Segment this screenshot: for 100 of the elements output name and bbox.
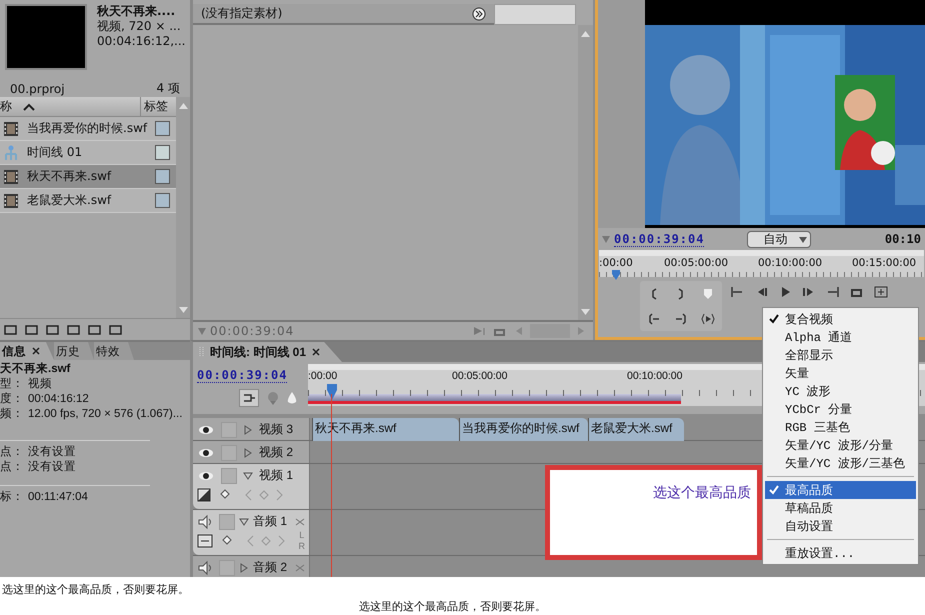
step-back-to-start-icon[interactable]	[730, 285, 744, 299]
playhead-icon	[611, 270, 621, 280]
timeline-clip[interactable]: 当我再爱你的时候.swf	[459, 418, 588, 441]
check-icon	[769, 314, 779, 324]
project-item[interactable]: 时间线 01	[0, 141, 176, 165]
ruler-label: 00:05:00:00	[664, 257, 728, 269]
ruler-label: 00:10:00:00	[758, 257, 822, 269]
grip-icon	[199, 346, 204, 358]
project-name: 00.prproj	[10, 82, 65, 96]
timeline-tab[interactable]: 时间线: 时间线 01	[193, 342, 342, 362]
callout-text: 选这个最高品质	[653, 485, 751, 501]
snap-button[interactable]	[239, 389, 259, 407]
sequence-icon	[3, 144, 19, 160]
track-name: 视频 3	[259, 421, 294, 438]
clip-title: 秋天不再来....	[97, 4, 176, 19]
marker-triangle-icon	[602, 235, 610, 243]
menu-item[interactable]: YC 波形	[765, 382, 916, 400]
menu-item[interactable]: 重放设置...	[765, 544, 916, 562]
menu-item[interactable]: 草稿品质	[765, 499, 916, 517]
play-in-to-out-icon[interactable]	[701, 312, 716, 326]
channel-label: R	[298, 541, 305, 552]
timeline-timecode[interactable]: 00:00:39:04	[197, 368, 288, 383]
playhead-icon[interactable]	[326, 384, 338, 400]
info-value: 12.00 fps, 720 × 576 (1.067)...	[28, 408, 182, 420]
clip-info: 视频, 720 × ...	[97, 19, 182, 34]
ruler-label: :00:00	[308, 370, 338, 382]
track-name: 视频 2	[259, 444, 294, 461]
expand-triangle-icon[interactable]	[243, 424, 253, 434]
info-value: 没有设置	[28, 446, 76, 458]
project-item[interactable]: 老鼠爱大米.swf	[0, 189, 176, 213]
forward-icon[interactable]	[472, 6, 486, 20]
menu-item[interactable]: 全部显示	[765, 346, 916, 364]
info-label: 标：	[0, 491, 24, 503]
source-title-text: (没有指定素材)	[201, 5, 284, 22]
info-label: 型：	[0, 378, 24, 390]
marker-icon[interactable]	[267, 391, 279, 405]
source-timecode: 00:00:39:04	[210, 324, 296, 338]
collapse-triangle-icon[interactable]	[239, 516, 249, 526]
info-label: 度：	[0, 393, 24, 405]
info-value: 00:11:47:04	[28, 491, 88, 503]
caption-text: 选这里的这个最高品质，否则要花屏。	[359, 600, 546, 613]
menu-item[interactable]: RGB 三基色	[765, 418, 916, 436]
track-name: 视频 1	[259, 467, 294, 484]
lock-toggle[interactable]	[221, 468, 237, 484]
project-item[interactable]: 秋天不再来.swf	[0, 165, 176, 189]
menu-item[interactable]: 矢量/YC 波形/分量	[765, 436, 916, 454]
close-icon[interactable]	[312, 348, 320, 356]
info-label: 频：	[0, 408, 24, 420]
clip-info: 00:04:16:12,...	[97, 34, 186, 49]
lock-toggle[interactable]	[219, 560, 235, 576]
ruler-label: 00:10:00:00	[627, 370, 682, 382]
info-value: 视频	[28, 378, 52, 390]
marker-triangle-icon	[198, 327, 206, 335]
waveform-toggle-icon[interactable]	[197, 534, 213, 548]
display-style-icon[interactable]	[197, 488, 211, 502]
duration-timecode: 00:10	[884, 232, 921, 246]
film-icon	[3, 192, 19, 208]
info-value: 00:04:16:12	[28, 393, 89, 405]
panel-tab[interactable]: 特效	[94, 342, 134, 360]
menu-item[interactable]: 矢量/YC 波形/三基色	[765, 454, 916, 472]
track-name: 音频 1	[253, 513, 288, 530]
tab-field[interactable]	[494, 4, 576, 25]
info-label: 点：	[0, 461, 24, 473]
expand-triangle-icon[interactable]	[239, 562, 249, 572]
program-timecode[interactable]: 00:00:39:04	[614, 232, 704, 246]
check-icon	[769, 485, 779, 495]
work-area-bar[interactable]	[308, 394, 681, 404]
ruler-label: 00:15:00:00	[852, 257, 916, 269]
menu-item[interactable]: 最高品质	[765, 481, 916, 499]
channel-label: L	[299, 530, 304, 541]
menu-item[interactable]: 自动设置	[765, 517, 916, 535]
film-icon	[3, 120, 19, 136]
info-label: 点：	[0, 446, 24, 458]
lock-toggle[interactable]	[219, 514, 235, 530]
step-forward-to-end-icon[interactable]	[826, 285, 840, 299]
go-to-in-icon[interactable]	[646, 312, 661, 326]
zoom-dropdown[interactable]: 自动	[746, 230, 811, 248]
timeline-clip[interactable]: 老鼠爱大米.swf	[588, 418, 684, 441]
menu-item[interactable]: 复合视频	[765, 310, 916, 328]
item-count: 4 项	[156, 80, 180, 97]
track-name: 音频 2	[253, 559, 288, 576]
column-heading[interactable]: 称	[0, 98, 22, 115]
menu-item[interactable]: Alpha 通道	[765, 328, 916, 346]
panel-tab[interactable]: 历史	[54, 342, 94, 360]
close-icon[interactable]	[32, 347, 40, 355]
caption-text: 选这里的这个最高品质，否则要花屏。	[2, 583, 189, 596]
menu-item[interactable]: YCbCr 分量	[765, 400, 916, 418]
panel-tab[interactable]: 信息	[0, 342, 54, 360]
expand-triangle-icon[interactable]	[243, 448, 253, 458]
info-value: 没有设置	[28, 461, 76, 473]
magnet-icon	[243, 393, 255, 403]
safe-margins-icon[interactable]	[874, 285, 888, 299]
menu-item[interactable]: 矢量	[765, 364, 916, 382]
go-to-out-icon[interactable]	[674, 312, 688, 326]
sort-caret-icon	[22, 102, 36, 112]
collapse-triangle-icon[interactable]	[243, 470, 253, 480]
info-title: 天不再来.swf	[0, 362, 72, 377]
film-icon	[3, 168, 19, 184]
ruler-label: :00:00	[599, 257, 633, 269]
project-item[interactable]: 当我再爱你的时候.swf	[0, 117, 176, 141]
